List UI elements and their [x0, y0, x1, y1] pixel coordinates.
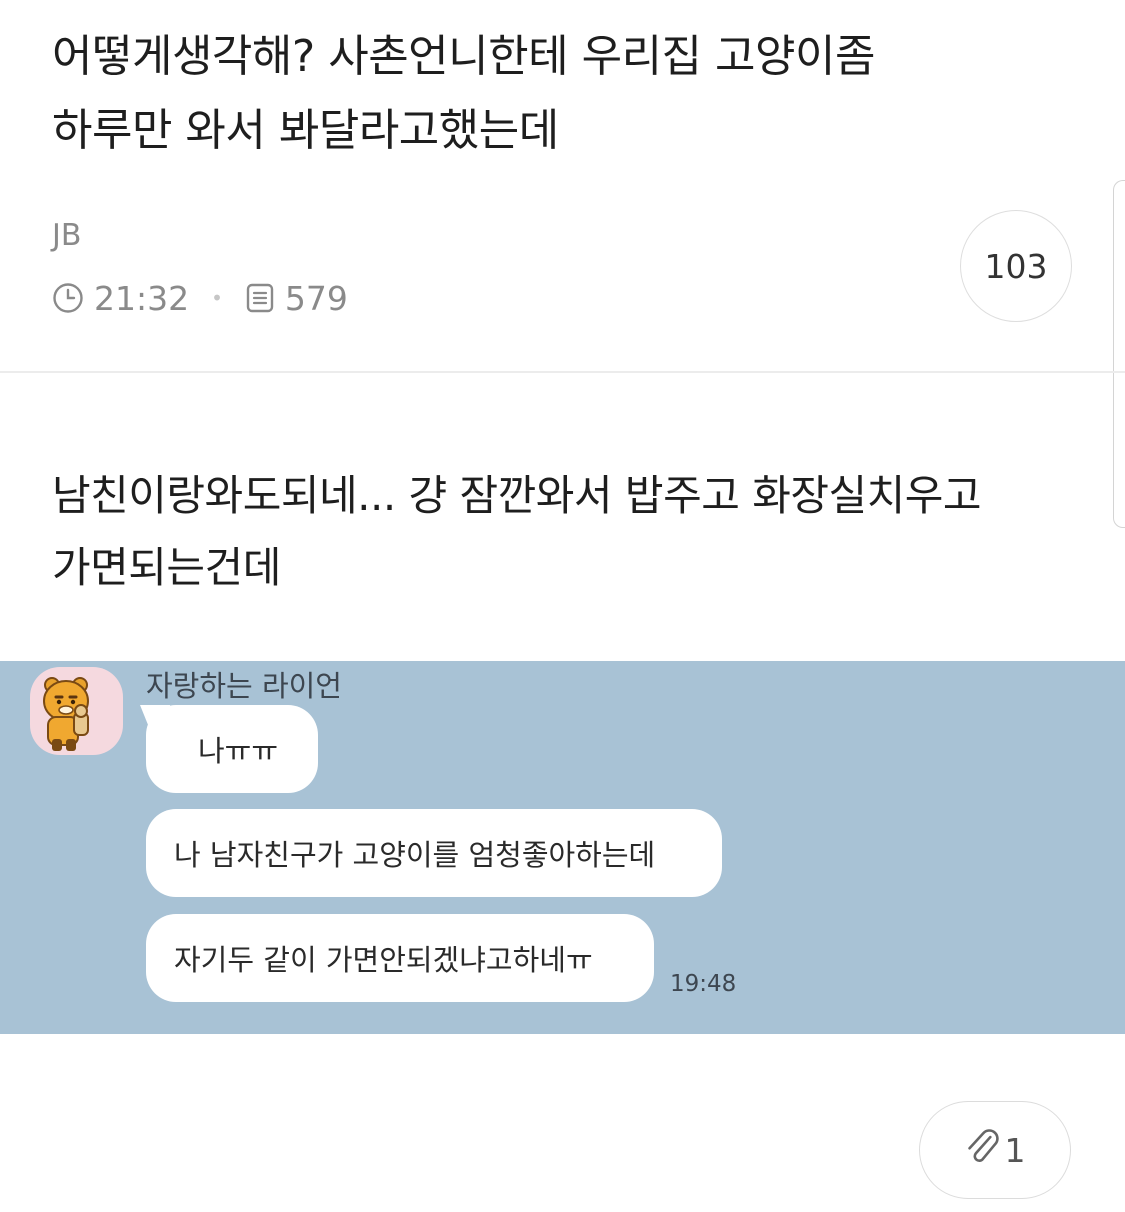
chat-bubble: 나 남자친구가 고양이를 엄청좋아하는데: [146, 809, 722, 897]
ryan-character-avatar: [30, 667, 123, 755]
chat-bubble: 나ㅠㅠ: [146, 705, 318, 793]
author-name[interactable]: JB: [52, 218, 81, 253]
scroll-handle[interactable]: [1113, 180, 1125, 528]
chat-message-text: 나 남자친구가 고양이를 엄청좋아하는데: [174, 838, 656, 872]
post-time: 21:32: [94, 278, 190, 318]
view-count: 579: [284, 278, 348, 318]
list-document-icon: [245, 282, 275, 314]
chat-message-text: 나ㅠㅠ: [197, 734, 279, 768]
post-body-line-2: 가면되는건데: [52, 543, 281, 592]
paperclip-icon: [965, 1126, 999, 1174]
chat-screenshot-image: 자랑하는 라이언 나ㅠㅠ 나 남자친구가 고양이를 엄청좋아하는데 자기두 같이…: [0, 661, 1125, 1034]
comment-count-button[interactable]: 103: [960, 210, 1072, 322]
comment-count: 103: [984, 246, 1048, 286]
post-title: 어떻게생각해? 사촌언니한테 우리집 고양이좀 하루만 와서 봐달라고했는데: [52, 20, 1062, 168]
post-page: 어떻게생각해? 사촌언니한테 우리집 고양이좀 하루만 와서 봐달라고했는데 J…: [0, 0, 1125, 1212]
post-title-line-2: 하루만 와서 봐달라고했는데: [52, 105, 559, 156]
attachment-button[interactable]: 1: [919, 1101, 1071, 1199]
post-title-line-1: 어떻게생각해? 사촌언니한테 우리집 고양이좀: [52, 31, 875, 82]
chat-sender-name: 자랑하는 라이언: [146, 669, 342, 703]
post-body: 남친이랑와도되네... 걍 잠깐와서 밥주고 화장실치우고 가면되는건데: [52, 460, 1052, 604]
header-divider: [0, 371, 1125, 373]
post-meta: 21:32 • 579: [52, 276, 348, 320]
chat-bubble: 자기두 같이 가면안되겠냐고하네ㅠ: [146, 914, 654, 1002]
post-body-line-1: 남친이랑와도되네... 걍 잠깐와서 밥주고 화장실치우고: [52, 471, 982, 520]
clock-icon: [52, 282, 84, 314]
meta-separator: •: [211, 286, 223, 310]
attachment-count: 1: [1004, 1130, 1026, 1170]
chat-message-text: 자기두 같이 가면안되겠냐고하네ㅠ: [174, 943, 593, 977]
chat-timestamp: 19:48: [670, 971, 737, 997]
